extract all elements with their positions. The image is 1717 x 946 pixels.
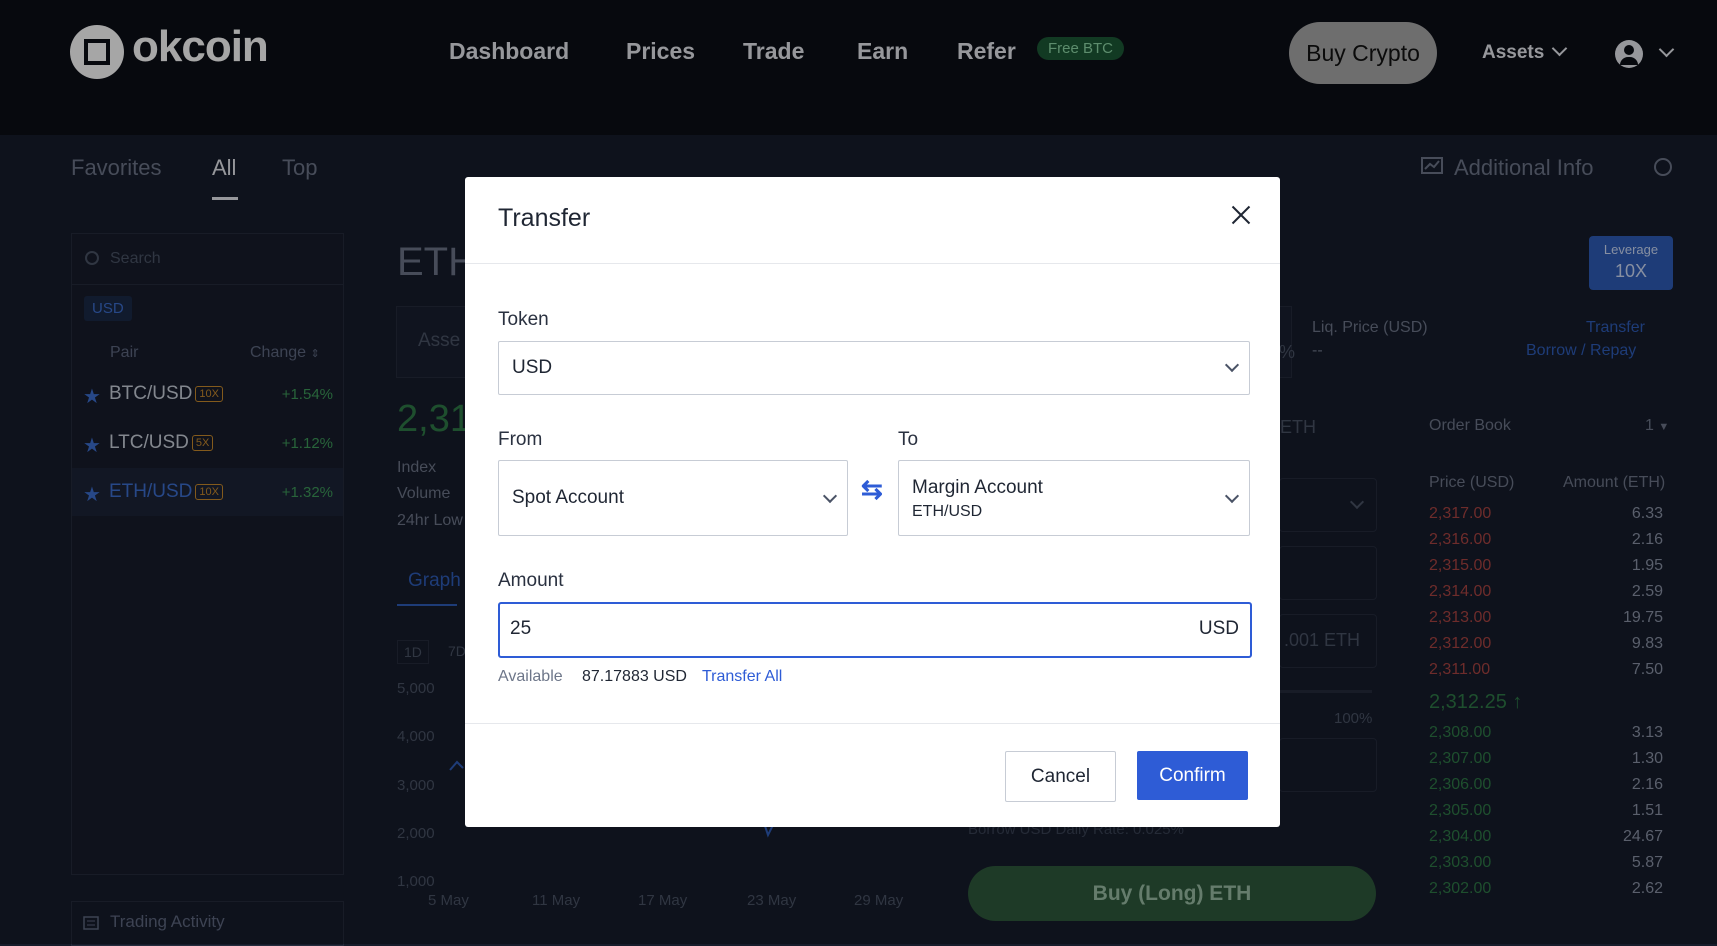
available-value: 87.17883 USD [582,668,687,685]
swap-icon[interactable]: ⇆ [861,476,887,502]
amount-value: 25 [510,618,532,639]
chevron-down-icon [1224,488,1240,504]
token-value: USD [512,357,553,378]
token-select[interactable]: USD [498,341,1250,395]
chevron-down-icon [1224,357,1240,373]
to-account-select[interactable]: Margin Account ETH/USD [898,460,1250,536]
from-value: Spot Account [512,487,624,508]
from-account-select[interactable]: Spot Account [498,460,848,536]
confirm-button[interactable]: Confirm [1137,751,1248,800]
amount-label: Amount [498,570,564,591]
transfer-all-link[interactable]: Transfer All [702,668,782,686]
chevron-down-icon [822,488,838,504]
to-value: Margin Account [912,477,1043,498]
divider [465,263,1280,264]
to-label: To [898,429,919,450]
available-label: Available [498,668,563,685]
close-icon[interactable] [1227,201,1255,229]
amount-field[interactable]: 25 USD [498,602,1252,658]
dialog-title: Transfer [498,204,591,232]
transfer-dialog: Transfer Token USD From Spot Account ⇆ T… [465,177,1280,827]
token-label: Token [498,309,549,330]
from-label: From [498,429,543,450]
cancel-button[interactable]: Cancel [1005,751,1116,802]
to-sub-value: ETH/USD [912,503,983,520]
divider [465,723,1280,724]
amount-unit: USD [1198,618,1239,639]
